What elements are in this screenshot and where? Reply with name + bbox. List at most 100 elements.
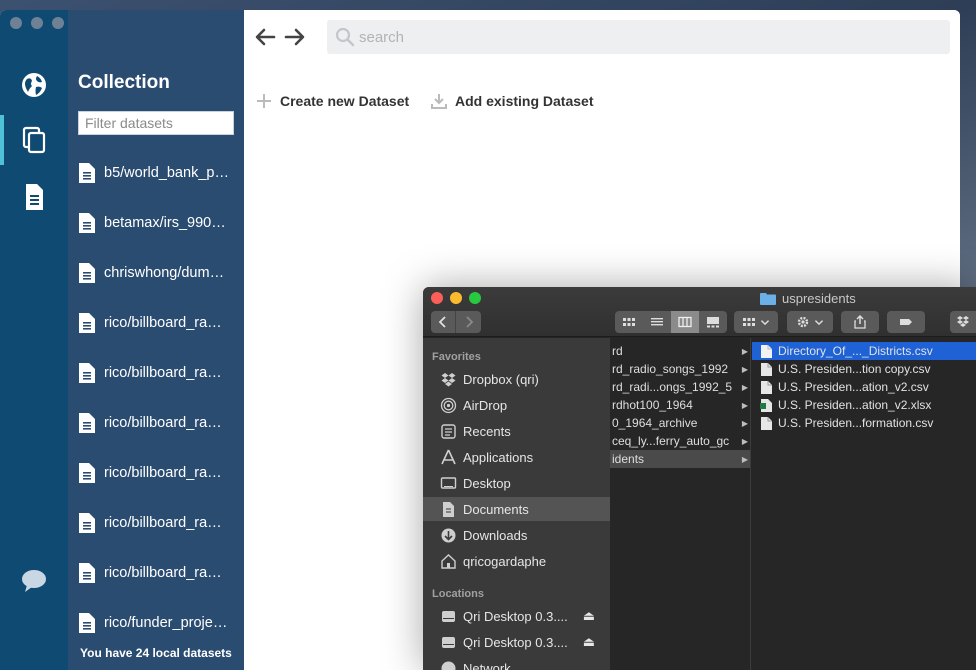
chat-icon [22, 570, 46, 592]
forward-arrow-icon[interactable] [284, 26, 306, 48]
finder-close-button[interactable] [431, 292, 443, 304]
finder-back-button[interactable] [431, 311, 456, 333]
folder-row[interactable]: rd_radio_songs_1992 ▶ [610, 360, 750, 378]
dataset-list-item[interactable]: rico/billboard_ra… [78, 408, 238, 438]
csv-file-icon [761, 362, 772, 376]
file-row-selected[interactable]: Directory_Of_..._Districts.csv [752, 342, 976, 360]
dataset-list-item[interactable]: betamax/irs_990… [78, 208, 238, 238]
eject-icon[interactable]: ⏏ [583, 634, 595, 650]
folder-row[interactable]: rd_radi...ongs_1992_5 ▶ [610, 378, 750, 396]
sidebar-item-volume[interactable]: Qri Desktop 0.3.... ⏏ [423, 604, 610, 628]
dropbox-toolbar-button[interactable] [950, 311, 976, 333]
filter-datasets-input[interactable] [78, 111, 234, 135]
file-row[interactable]: U.S. Presiden...ation_v2.csv [752, 378, 976, 396]
sidebar-item-downloads[interactable]: Downloads [423, 523, 610, 547]
zoom-window-button[interactable] [52, 17, 64, 29]
collection-nav-button[interactable] [0, 115, 68, 165]
file-row[interactable]: U.S. Presiden...formation.csv [752, 414, 976, 432]
disk-icon [442, 636, 455, 648]
folder-row[interactable]: rdhot100_1964 ▶ [610, 396, 750, 414]
back-arrow-icon[interactable] [254, 26, 276, 48]
sidebar-item-label: Network [463, 660, 511, 670]
file-name: U.S. Presiden...tion copy.csv [778, 362, 931, 376]
sidebar-item-desktop[interactable]: Desktop [423, 471, 610, 495]
column-view-icon [678, 316, 692, 328]
dataset-list-item[interactable]: rico/billboard_ra… [78, 358, 238, 388]
dataset-list-item[interactable]: rico/billboard_ra… [78, 508, 238, 538]
eject-icon[interactable]: ⏏ [583, 608, 595, 624]
feedback-nav-button[interactable] [0, 556, 68, 606]
finder-minimize-button[interactable] [450, 292, 462, 304]
sidebar-item-home[interactable]: qricogardaphe [423, 549, 610, 573]
sidebar-item-label: Qri Desktop 0.3.... [463, 634, 568, 650]
sidebar-item-label: AirDrop [463, 397, 508, 413]
sidebar-item-label: Downloads [463, 527, 528, 543]
close-window-button[interactable] [10, 17, 22, 29]
sidebar-item-airdrop[interactable]: AirDrop [423, 393, 610, 417]
file-row[interactable]: U.S. Presiden...tion copy.csv [752, 360, 976, 378]
plus-icon [257, 94, 271, 108]
group-by-button[interactable] [734, 311, 778, 333]
csv-file-icon [761, 416, 772, 430]
sidebar-item-dropbox[interactable]: Dropbox (qri) [423, 367, 610, 391]
dataset-name: chriswhong/dum… [104, 265, 225, 281]
dataset-list-item[interactable]: chriswhong/dum… [78, 258, 238, 288]
finder-zoom-button[interactable] [469, 292, 481, 304]
sidebar-item-documents[interactable]: Documents [423, 497, 610, 521]
desktop-icon [440, 476, 457, 489]
downloads-icon [441, 528, 456, 542]
column-view-button[interactable] [671, 311, 699, 333]
dataset-nav-button[interactable] [0, 172, 68, 222]
search-input[interactable] [359, 28, 919, 46]
folder-name: rd [612, 344, 623, 358]
search-bar[interactable] [327, 20, 950, 54]
folder-row[interactable]: rd ▶ [610, 342, 750, 360]
airdrop-icon [440, 397, 457, 413]
finder-forward-button[interactable] [456, 311, 481, 333]
disclosure-arrow-icon: ▶ [741, 346, 748, 356]
create-dataset-label: Create new Dataset [280, 93, 410, 109]
navigation-rail [0, 10, 68, 670]
network-nav-button[interactable] [0, 60, 68, 110]
icon-view-button[interactable] [615, 311, 643, 333]
history-nav [254, 26, 306, 48]
sidebar-item-volume[interactable]: Qri Desktop 0.3.... ⏏ [423, 630, 610, 654]
gallery-view-button[interactable] [699, 311, 727, 333]
create-dataset-button[interactable]: Create new Dataset [256, 93, 409, 109]
sidebar-item-network[interactable]: Network [423, 656, 610, 670]
sidebar-item-recents[interactable]: Recents [423, 419, 610, 443]
chevron-right-icon [465, 316, 473, 328]
folder-name: rd_radi...ongs_1992_5 [612, 380, 733, 394]
folder-row[interactable]: ceq_ly...ferry_auto_gc ▶ [610, 432, 750, 450]
file-name: Directory_Of_..._Districts.csv [778, 344, 933, 358]
dataset-list-item[interactable]: rico/billboard_ra… [78, 308, 238, 338]
tags-button[interactable] [887, 311, 925, 333]
sidebar-item-label: Applications [463, 449, 534, 465]
list-view-button[interactable] [643, 311, 671, 333]
file-row[interactable]: U.S. Presiden...ation_v2.xlsx [752, 396, 976, 414]
dataset-list-item[interactable]: rico/billboard_ra… [78, 558, 238, 588]
sidebar-item-label: Desktop [463, 475, 511, 491]
locations-header: Locations [432, 588, 484, 600]
file-column: Directory_Of_..._Districts.csv U.S. Pres… [752, 338, 976, 670]
folder-name: rdhot100_1964 [612, 398, 693, 412]
folder-row-selected[interactable]: idents ▶ [610, 450, 750, 468]
tag-icon [900, 319, 912, 325]
icon-view-icon [623, 318, 635, 326]
chevron-left-icon [438, 316, 446, 328]
sidebar-item-applications[interactable]: Applications [423, 445, 610, 469]
share-button[interactable] [841, 311, 879, 333]
minimize-window-button[interactable] [31, 17, 43, 29]
add-existing-dataset-button[interactable]: Add existing Dataset [431, 93, 593, 109]
applications-icon [441, 449, 456, 464]
action-menu-button[interactable] [787, 311, 833, 333]
folder-name: idents [612, 452, 645, 466]
dataset-list-item[interactable]: b5/world_bank_p… [78, 158, 238, 188]
folder-row[interactable]: 0_1964_archive ▶ [610, 414, 750, 432]
chevron-down-icon [760, 320, 770, 326]
dataset-list-item[interactable]: rico/funder_proje… [78, 608, 238, 638]
dataset-list-item[interactable]: rico/billboard_ra… [78, 458, 238, 488]
download-icon [431, 94, 447, 109]
finder-window: uspresidents Favorites Dropbox (qri) Air… [423, 287, 976, 670]
disclosure-arrow-icon: ▶ [741, 364, 748, 374]
